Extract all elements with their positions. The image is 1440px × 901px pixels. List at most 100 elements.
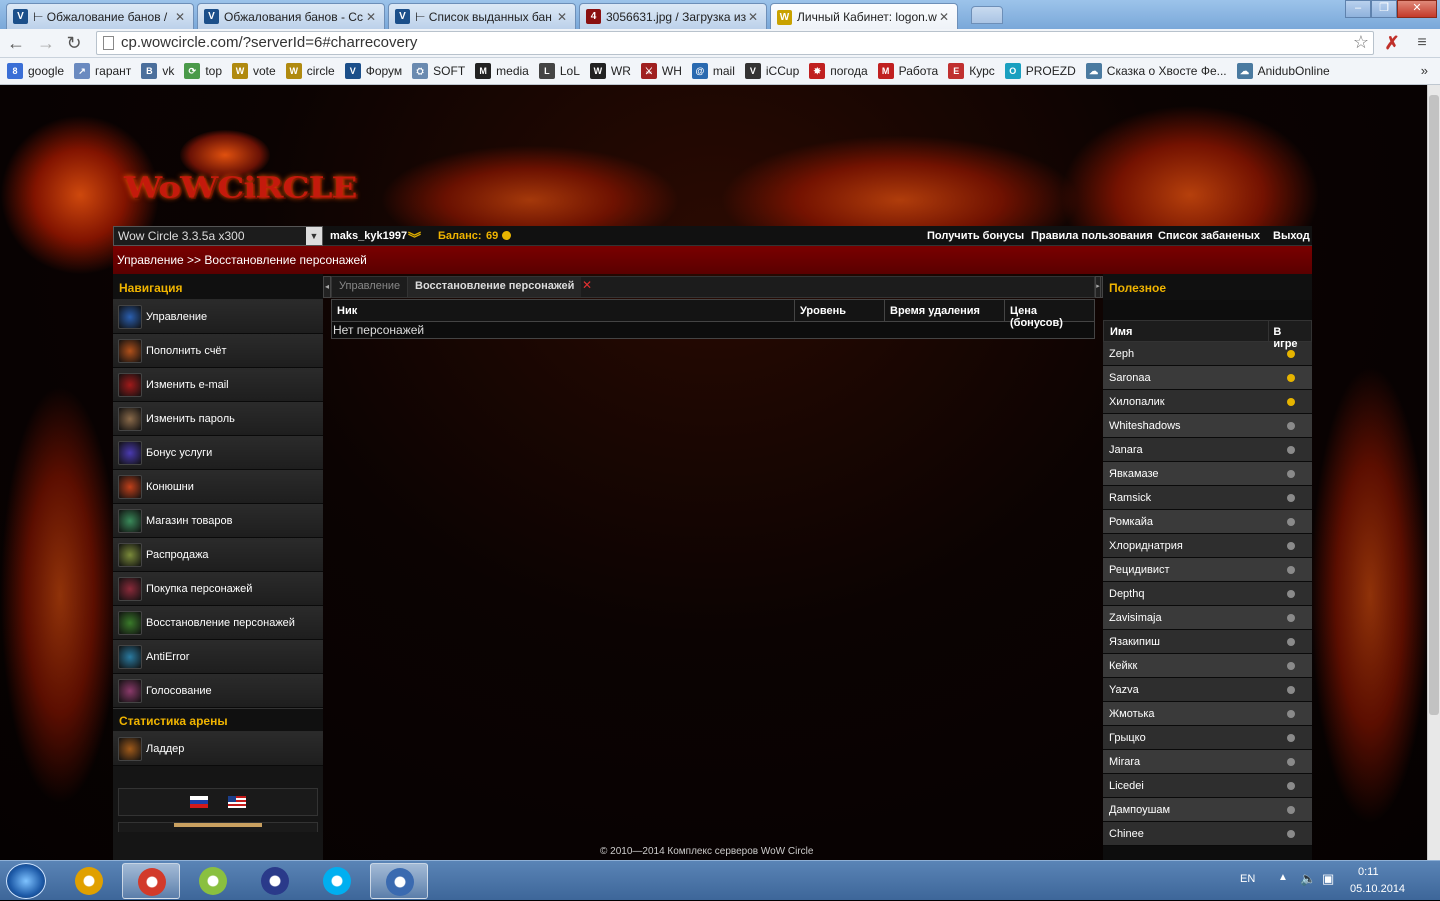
us-flag-icon[interactable] (228, 796, 246, 808)
bookmark-1[interactable]: 8 google (7, 63, 64, 79)
column-header-price[interactable]: Цена (бонусов) (1005, 300, 1094, 329)
bookmark-10[interactable]: L LoL (538, 63, 580, 79)
player-name[interactable]: Язакипиш (1103, 636, 1283, 648)
player-name[interactable]: Ramsick (1103, 492, 1283, 504)
close-tab-icon[interactable]: ✕ (746, 10, 760, 24)
nav-item-4[interactable]: Изменить пароль (113, 402, 323, 436)
logout-link[interactable]: Выход (1273, 230, 1310, 242)
close-tab-icon[interactable]: ✕ (173, 10, 187, 24)
forward-icon[interactable]: → (36, 33, 56, 53)
reload-icon[interactable]: ↻ (64, 33, 84, 53)
bookmark-11[interactable]: W WR (589, 63, 631, 79)
rules-link[interactable]: Правила пользования (1031, 230, 1153, 242)
column-header-level[interactable]: Уровень (795, 300, 885, 322)
bookmark-7[interactable]: V Форум (344, 63, 402, 79)
player-name[interactable]: Рецидивист (1103, 564, 1283, 576)
column-header-nick[interactable]: Ник (332, 300, 795, 322)
player-name[interactable]: Хилопалик (1103, 396, 1283, 408)
player-name[interactable]: Кейкк (1103, 660, 1283, 672)
close-tab-icon[interactable]: ✕ (582, 277, 592, 297)
site-logo[interactable]: WoWCiRCLE (110, 130, 357, 215)
bookmark-19[interactable]: ☁ Сказка о Хвосте Фе... (1085, 63, 1227, 79)
nav-item-1[interactable]: Ладдер (113, 732, 323, 766)
url-input[interactable]: cp.wowcircle.com/?serverId=6#charrecover… (96, 31, 1374, 55)
player-name[interactable]: Chinee (1103, 828, 1283, 840)
player-name[interactable]: Saronaa (1103, 372, 1283, 384)
close-tab-icon[interactable]: ✕ (555, 10, 569, 24)
nav-item-2[interactable]: Пополнить счёт (113, 334, 323, 368)
maximize-button[interactable]: ❐ (1371, 0, 1397, 18)
browser-tab-1[interactable]: V ⊢ Обжалование банов / ✕ (6, 3, 194, 29)
taskbar-app-aimp[interactable] (60, 863, 118, 899)
bookmark-2[interactable]: ↗ гарант (74, 63, 131, 79)
network-icon[interactable]: ▣ (1322, 871, 1334, 887)
column-header-name[interactable]: Имя (1104, 321, 1270, 341)
nav-item-10[interactable]: Восстановление персонажей (113, 606, 323, 640)
bookmark-8[interactable]: ⛭ SOFT (412, 63, 465, 79)
volume-icon[interactable]: 🔈 (1300, 871, 1316, 887)
player-name[interactable]: Zeph (1103, 348, 1283, 360)
player-name[interactable]: Whiteshadows (1103, 420, 1283, 432)
new-tab-button[interactable] (971, 6, 1003, 24)
bookmark-star-icon[interactable]: ☆ (1353, 32, 1369, 53)
username[interactable]: maks_kyk1997 (330, 230, 407, 242)
nav-item-3[interactable]: Изменить e-mail (113, 368, 323, 402)
bookmark-4[interactable]: ⟳ top (184, 63, 222, 79)
taskbar-app-butterfly[interactable] (184, 863, 242, 899)
player-name[interactable]: Жмотька (1103, 708, 1283, 720)
tab-management[interactable]: Управление (332, 277, 409, 297)
player-name[interactable]: Дампоушам (1103, 804, 1283, 816)
bookmark-18[interactable]: O PROEZD (1004, 63, 1076, 79)
taskbar-app-floppy[interactable] (246, 863, 304, 899)
player-name[interactable]: Грыцко (1103, 732, 1283, 744)
russian-flag-icon[interactable] (190, 796, 208, 808)
bookmark-15[interactable]: ✸ погода (809, 63, 868, 79)
player-name[interactable]: Janara (1103, 444, 1283, 456)
bookmark-12[interactable]: ⚔ WH (640, 63, 682, 79)
bookmarks-more-icon[interactable]: » (1421, 63, 1428, 78)
bookmark-9[interactable]: Mmedia (475, 63, 529, 79)
get-bonus-link[interactable]: Получить бонусы (927, 230, 1024, 242)
bookmark-20[interactable]: ☁ AnidubOnline (1236, 63, 1330, 79)
bookmark-14[interactable]: ViCCup (744, 63, 799, 79)
close-window-button[interactable]: ✕ (1397, 0, 1437, 18)
browser-tab-5[interactable]: W Личный Кабинет: logon.w ✕ (770, 3, 958, 30)
column-header-ingame[interactable]: В игре (1269, 321, 1311, 350)
bookmark-16[interactable]: M Работа (877, 63, 938, 79)
nav-item-1[interactable]: Управление (113, 300, 323, 334)
taskbar-app-skype[interactable] (308, 863, 366, 899)
scrollbar-thumb[interactable] (1429, 95, 1439, 715)
nav-item-5[interactable]: Бонус услуги (113, 436, 323, 470)
player-name[interactable]: Yazva (1103, 684, 1283, 696)
player-name[interactable]: Ромкайа (1103, 516, 1283, 528)
panel-scroll-icon[interactable]: ▸ (1095, 276, 1101, 298)
start-button[interactable] (6, 863, 46, 899)
nav-item-11[interactable]: AntiError (113, 640, 323, 674)
language-indicator[interactable]: EN (1240, 873, 1255, 885)
clock-date[interactable]: 05.10.2014 (1350, 883, 1405, 895)
browser-tab-2[interactable]: V Обжалования банов - Cc ✕ (197, 3, 385, 29)
menu-icon[interactable]: ≡ (1412, 33, 1432, 53)
tab-char-recovery[interactable]: Восстановление персонажей (408, 277, 582, 297)
browser-tab-4[interactable]: 4 3056631.jpg / Загрузка из ✕ (579, 3, 767, 29)
chevron-down-icon[interactable]: ▼ (306, 227, 322, 245)
bookmark-13[interactable]: @ mail (691, 63, 735, 79)
player-name[interactable]: Depthq (1103, 588, 1283, 600)
nav-item-6[interactable]: Конюшни (113, 470, 323, 504)
column-header-deletion-time[interactable]: Время удаления (885, 300, 1005, 322)
bookmark-6[interactable]: Wcircle (285, 63, 335, 79)
clock-time[interactable]: 0:11 (1358, 866, 1379, 878)
taskbar-app-circle[interactable] (370, 863, 428, 899)
page-scrollbar[interactable] (1427, 85, 1440, 860)
bookmark-5[interactable]: Wvote (232, 63, 276, 79)
nav-item-8[interactable]: Распродажа (113, 538, 323, 572)
server-select[interactable]: Wow Circle 3.3.5a x300 ▼ (113, 226, 323, 246)
tab-scroll-left-icon[interactable]: ◂ (323, 276, 331, 298)
bookmark-3[interactable]: Bvk (141, 63, 174, 79)
taskbar-app-chrome[interactable] (122, 863, 180, 899)
nav-item-12[interactable]: Голосование (113, 674, 323, 708)
player-name[interactable]: Mirara (1103, 756, 1283, 768)
extension-icon[interactable]: ✗ (1382, 33, 1402, 53)
close-tab-icon[interactable]: ✕ (937, 10, 951, 24)
tray-expand-icon[interactable]: ▲ (1278, 872, 1288, 883)
